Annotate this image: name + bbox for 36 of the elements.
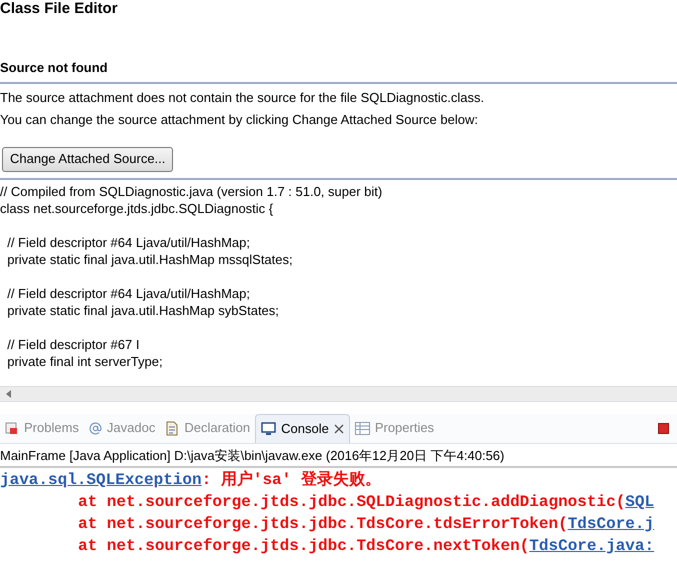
horizontal-scrollbar[interactable] [0,386,677,402]
code-line: // Compiled from SQLDiagnostic.java (version 1.7 : 51.0, super bit) [0,182,384,200]
stack-link[interactable]: TdsCore.java: [529,534,654,556]
error-text: at net.sourceforge.jtds.jdbc.SQLDiagnostic.addDiagnostic( [78,492,626,512]
at-sign-icon [88,422,102,434]
stack-link[interactable]: java.sql.SQLException [0,468,202,490]
error-text: at net.sourceforge.jtds.jdbc.TdsCore.nextToken( [78,536,530,556]
scroll-left-icon[interactable] [6,390,11,398]
message-text: The source attachment does not contain the source for the file SQLDiagnostic.class. [0,88,486,106]
message-text: You can change the source attachment by clicking Change Attached Source below: [0,110,479,128]
error-text: at net.sourceforge.jtds.jdbc.TdsCore.tdsErrorToken( [78,514,568,534]
view-tab[interactable]: Problems [0,414,84,442]
problems-icon [5,421,19,435]
code-line: // Field descriptor #67 I [6,336,140,352]
stack-link[interactable]: TdsCore.j [568,512,654,534]
view-tab[interactable]: Declaration [160,414,256,442]
editor-title: Class File Editor [0,0,119,18]
stack-link[interactable]: SQL [625,490,654,512]
code-line: // Field descriptor #64 Ljava/util/HashMap; [6,234,252,250]
monitor-icon [261,422,276,436]
table-icon [354,422,370,434]
view-tab[interactable]: Console [255,414,350,442]
code-line: // Field descriptor #64 Ljava/util/HashMap; [6,284,252,302]
view-tab[interactable]: Properties [350,414,440,442]
change-source-button[interactable]: Change Attached Source... [2,146,174,172]
code-line: private static final java.util.HashMap mssqlStates; [6,250,294,268]
code-line: class net.sourceforge.jtds.jdbc.SQLDiagnostic { [0,200,274,216]
error-text: : 用户'sa' 登录失败。 [202,469,381,490]
section-heading: Source not found [0,58,677,84]
code-line: private static final java.util.HashMap sybStates; [6,302,280,318]
console-header: MainFrame [Java Application] D:\java安装\bin\javaw.exe (2016年12月20日 下午4:40:56) [0,444,677,468]
close-icon[interactable] [334,424,344,434]
stop-icon[interactable] [658,422,669,434]
document-icon [165,420,180,436]
code-line: private final int serverType; [6,352,164,370]
view-tab[interactable]: Javadoc [84,414,160,442]
